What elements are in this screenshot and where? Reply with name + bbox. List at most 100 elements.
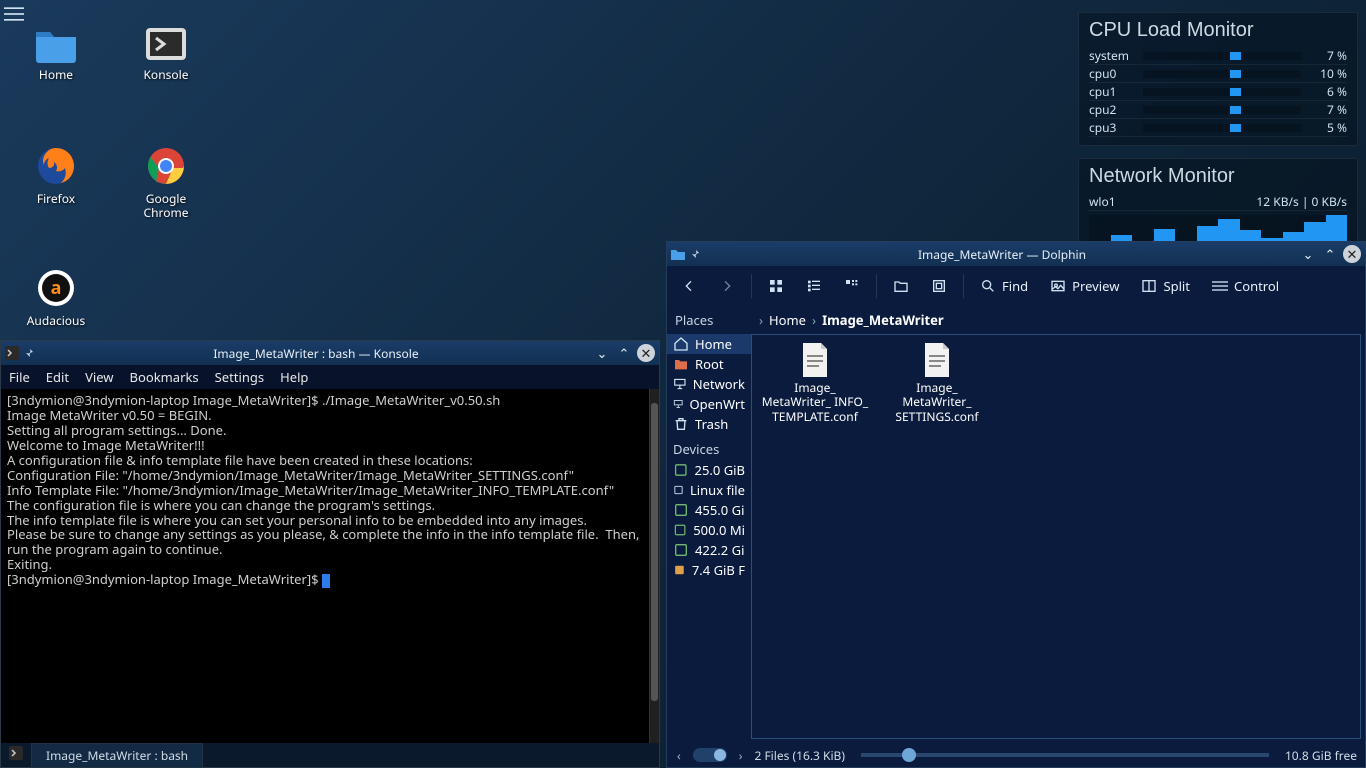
close-button[interactable]: ✕ <box>1343 245 1361 263</box>
folder-icon <box>34 24 78 64</box>
sidebar-item-device[interactable]: 500.0 Mi <box>667 520 751 540</box>
dolphin-toolbar: Find Preview Split Control <box>667 266 1365 306</box>
cpu-row: cpu35 % <box>1089 119 1347 137</box>
control-button[interactable]: Control <box>1206 273 1285 299</box>
scrollbar[interactable] <box>649 389 659 743</box>
desktop-icon-home[interactable]: Home <box>16 24 96 82</box>
sidebar-item-root[interactable]: Root <box>667 354 751 374</box>
pin-icon[interactable] <box>689 248 701 260</box>
new-tab-button[interactable] <box>1 746 31 764</box>
maximize-button[interactable]: ⌃ <box>1321 245 1339 263</box>
menu-settings[interactable]: Settings <box>215 368 264 386</box>
status-free-space: 10.8 GiB free <box>1285 747 1357 764</box>
chevron-right-icon: › <box>812 311 816 329</box>
desktop-icon-audacious[interactable]: a Audacious <box>16 266 96 328</box>
desktop-icon-label: Home <box>16 68 96 82</box>
sidebar-item-device[interactable]: 7.4 GiB F <box>667 560 751 580</box>
sidebar-item-device[interactable]: 422.2 Gi <box>667 540 751 560</box>
desktop-icon-label: Audacious <box>16 314 96 328</box>
close-button[interactable]: ✕ <box>637 344 655 362</box>
cpu-row: cpu16 % <box>1089 83 1347 101</box>
dolphin-statusbar: ‹ › 2 Files (16.3 KiB) 10.8 GiB free <box>667 743 1365 767</box>
terminal-icon <box>5 346 19 360</box>
window-title: Image_MetaWriter — Dolphin <box>705 246 1299 263</box>
konsole-tabs: Image_MetaWriter : bash <box>1 743 659 767</box>
text-file-icon <box>923 343 951 377</box>
minimize-button[interactable]: ⌄ <box>1299 245 1317 263</box>
desktop-icon-label: Konsole <box>126 68 206 82</box>
desktop-icon-chrome[interactable]: Google Chrome <box>126 144 206 221</box>
file-label: Image_ MetaWriter_ SETTINGS.conf <box>882 381 992 424</box>
desktop-icon-label: Firefox <box>16 192 96 206</box>
preview-button[interactable]: Preview <box>1044 273 1125 299</box>
maximize-button[interactable]: ⌃ <box>615 344 633 362</box>
split-button[interactable]: Split <box>1135 273 1196 299</box>
menu-bookmarks[interactable]: Bookmarks <box>130 368 199 386</box>
cpu-row: cpu010 % <box>1089 65 1347 83</box>
breadcrumb[interactable]: › Home › Image_MetaWriter <box>751 306 1365 334</box>
terminal-output[interactable]: [3ndymion@3ndymion-laptop Image_MetaWrit… <box>1 389 659 743</box>
dolphin-path-row: Places › Home › Image_MetaWriter <box>667 306 1365 334</box>
menu-view[interactable]: View <box>85 368 113 386</box>
view-compact-button[interactable] <box>800 274 828 298</box>
chevron-right-icon: › <box>759 311 763 329</box>
file-item[interactable]: Image_ MetaWriter_ INFO_ TEMPLATE.conf <box>760 343 870 424</box>
konsole-menubar: File Edit View Bookmarks Settings Help <box>1 365 659 389</box>
dolphin-sidebar: Home Root Network OpenWrt Trash Devices … <box>667 334 751 743</box>
pin-icon[interactable] <box>23 347 35 359</box>
cpu-row: system7 % <box>1089 47 1347 65</box>
sidebar-item-device[interactable]: 25.0 GiB <box>667 460 751 480</box>
folder-icon <box>671 248 685 260</box>
view-details-button[interactable] <box>838 274 866 298</box>
sidebar-item-device[interactable]: Linux file <box>667 480 751 500</box>
terminal-tab[interactable]: Image_MetaWriter : bash <box>31 743 203 768</box>
menu-help[interactable]: Help <box>280 368 308 386</box>
chrome-icon <box>144 144 188 188</box>
firefox-icon <box>34 144 78 188</box>
cpu-monitor-widget: CPU Load Monitor system7 % cpu010 % cpu1… <box>1078 12 1358 146</box>
sidebar-item-home[interactable]: Home <box>667 334 751 354</box>
desktop-icon-konsole[interactable]: Konsole <box>126 24 206 82</box>
devices-header: Devices <box>667 434 751 460</box>
menu-file[interactable]: File <box>9 368 30 386</box>
status-next-button[interactable]: › <box>737 747 745 764</box>
window-title: Image_MetaWriter : bash — Konsole <box>39 345 593 362</box>
nav-forward-button[interactable] <box>713 274 741 298</box>
new-folder-button[interactable] <box>887 274 915 298</box>
sidebar-item-openwrt[interactable]: OpenWrt <box>667 394 751 414</box>
stash-button[interactable] <box>925 274 953 298</box>
text-file-icon <box>801 343 829 377</box>
zoom-slider[interactable] <box>861 753 1269 757</box>
widget-title: CPU Load Monitor <box>1089 19 1347 41</box>
file-label: Image_ MetaWriter_ INFO_ TEMPLATE.conf <box>760 381 870 424</box>
menu-edit[interactable]: Edit <box>46 368 69 386</box>
nav-back-button[interactable] <box>675 274 703 298</box>
find-button[interactable]: Find <box>974 273 1034 299</box>
dolphin-titlebar[interactable]: Image_MetaWriter — Dolphin ⌄ ⌃ ✕ <box>667 242 1365 266</box>
status-prev-button[interactable]: ‹ <box>675 747 683 764</box>
sidebar-item-network[interactable]: Network <box>667 374 751 394</box>
file-item[interactable]: Image_ MetaWriter_ SETTINGS.conf <box>882 343 992 424</box>
sidebar-item-device[interactable]: 455.0 Gi <box>667 500 751 520</box>
breadcrumb-current[interactable]: Image_MetaWriter <box>822 311 944 329</box>
dolphin-window: Image_MetaWriter — Dolphin ⌄ ⌃ ✕ Find Pr… <box>666 241 1366 768</box>
cpu-row: cpu27 % <box>1089 101 1347 119</box>
svg-text:a: a <box>51 276 62 300</box>
panel-menu-button[interactable] <box>4 4 26 26</box>
sidebar-item-trash[interactable]: Trash <box>667 414 751 434</box>
audacious-icon: a <box>34 266 78 310</box>
net-row: wlo112 KB/s | 0 KB/s <box>1089 193 1347 211</box>
terminal-icon <box>144 24 188 64</box>
konsole-window: Image_MetaWriter : bash — Konsole ⌄ ⌃ ✕ … <box>0 340 660 768</box>
desktop-icon-label: Google Chrome <box>126 192 206 221</box>
breadcrumb-home[interactable]: Home <box>769 311 806 329</box>
status-summary: 2 Files (16.3 KiB) <box>754 747 845 764</box>
minimize-button[interactable]: ⌄ <box>593 344 611 362</box>
view-icons-button[interactable] <box>762 274 790 298</box>
desktop-icon-firefox[interactable]: Firefox <box>16 144 96 206</box>
file-area[interactable]: Image_ MetaWriter_ INFO_ TEMPLATE.conf I… <box>751 334 1361 739</box>
widget-title: Network Monitor <box>1089 165 1347 187</box>
places-header: Places <box>667 306 751 334</box>
hidden-toggle[interactable] <box>693 748 727 762</box>
konsole-titlebar[interactable]: Image_MetaWriter : bash — Konsole ⌄ ⌃ ✕ <box>1 341 659 365</box>
